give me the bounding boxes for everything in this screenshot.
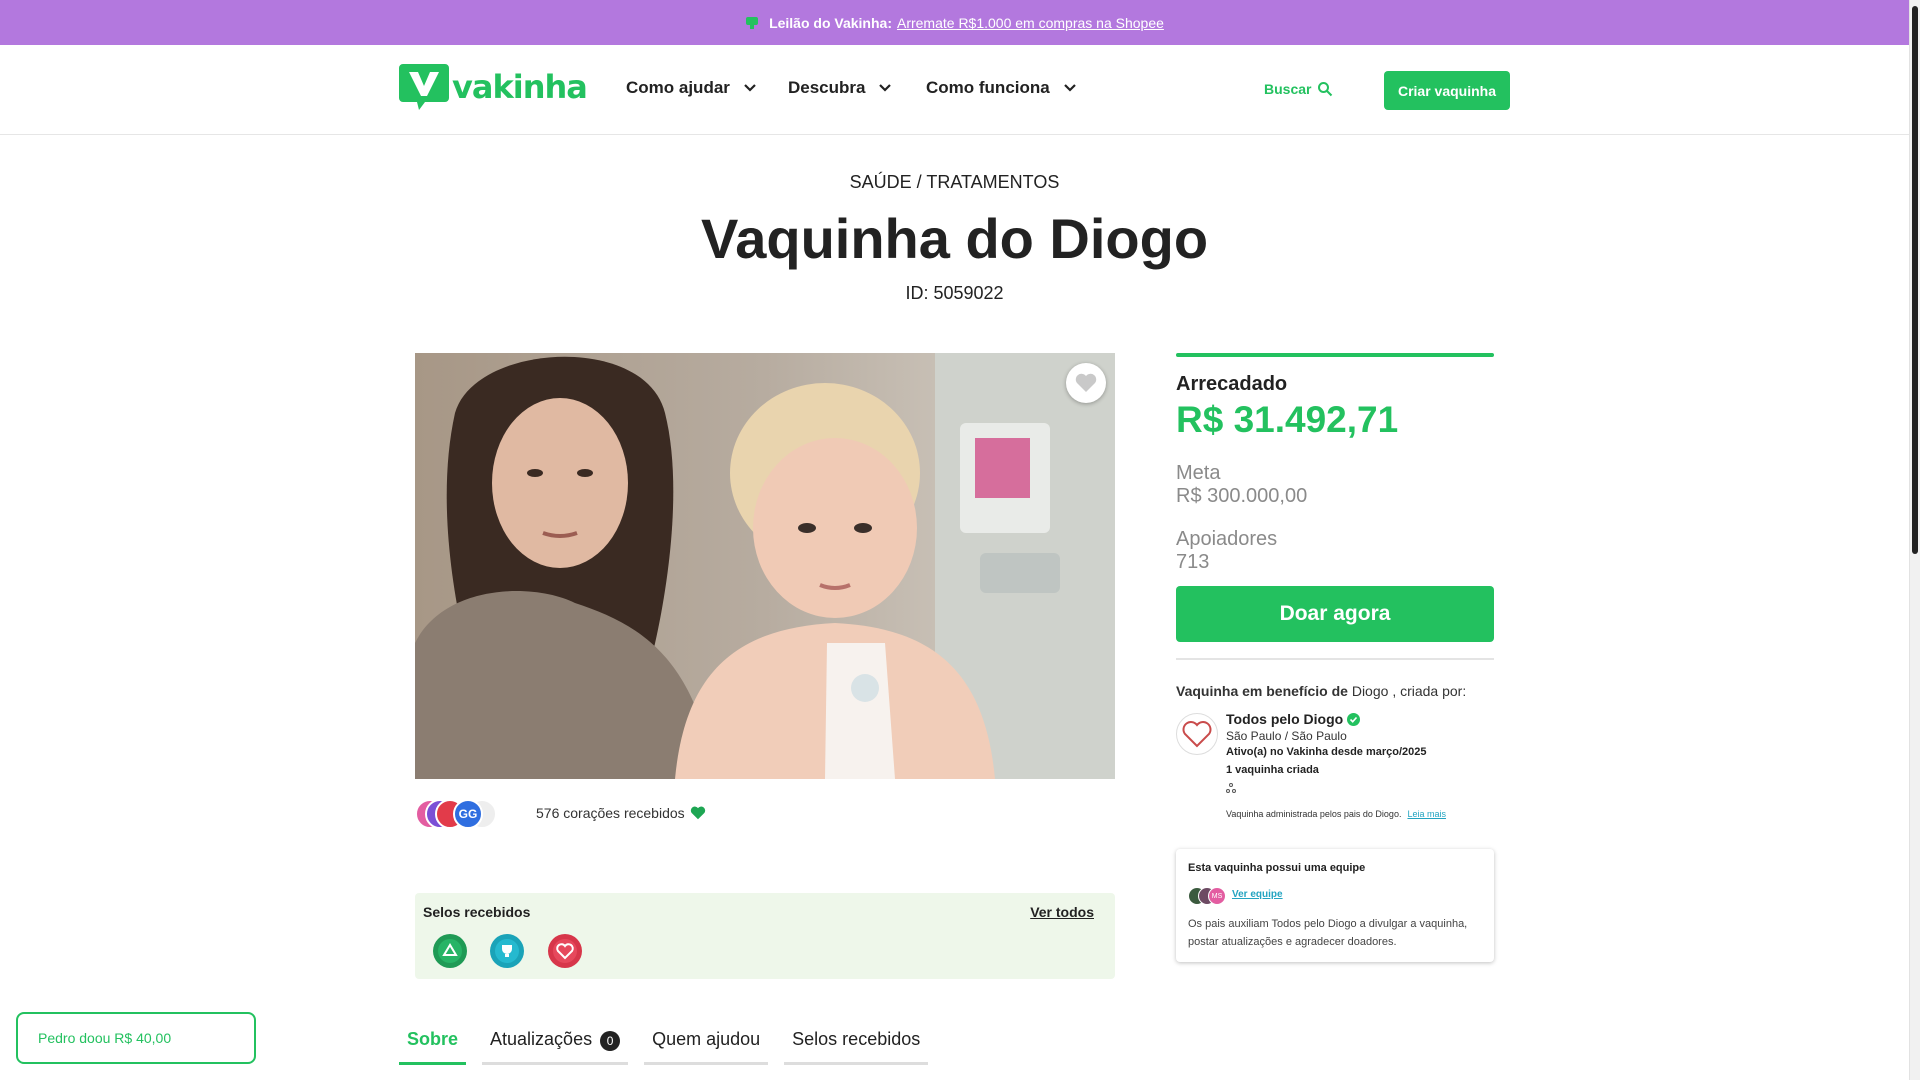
nav-como-ajudar[interactable]: Como ajudar <box>626 78 756 98</box>
supporters-label: Apoiadores <box>1176 528 1278 550</box>
nav-label: Como funciona <box>926 78 1050 97</box>
gavel-icon <box>746 16 759 29</box>
creator-location: São Paulo / São Paulo <box>1226 729 1347 743</box>
tab-quem-ajudou[interactable]: Quem ajudou <box>644 1015 769 1065</box>
hearts-received: 576 corações recebidos <box>536 805 706 821</box>
campaign-category[interactable]: SAÚDE / TRATAMENTOS <box>0 172 1909 193</box>
promo-banner: Leilão do Vakinha: Arremate R$1.000 em c… <box>0 0 1909 45</box>
verified-check-icon <box>1347 712 1361 726</box>
creator-campaign-count: 1 vaquinha criada <box>1226 764 1319 776</box>
promo-title: Leilão do Vakinha: <box>769 14 892 31</box>
seal-trophy-icon[interactable] <box>489 933 525 969</box>
goal-value: R$ 300.000,00 <box>1176 485 1308 507</box>
admin-text: Vaquinha administrada pelos pais do Diog… <box>1226 809 1402 819</box>
tab-label: Quem ajudou <box>652 1029 761 1049</box>
logo-text: vakinha <box>452 68 588 106</box>
scrollbar-thumb[interactable] <box>1912 6 1918 554</box>
chevron-down-icon <box>1063 84 1076 92</box>
creator-admin-note: Vaquinha administrada pelos pais do Diog… <box>1226 809 1446 819</box>
team-avatars: MS <box>1188 887 1228 905</box>
beneficiary-suffix: , criada por: <box>1392 683 1467 699</box>
seals-label: Selos recebidos <box>423 904 531 920</box>
tab-label: Atualizações <box>490 1029 593 1049</box>
donation-toast: Pedro doou R$ 40,00 <box>16 1012 256 1064</box>
divider <box>1176 658 1494 660</box>
seal-heart-icon[interactable] <box>547 933 583 969</box>
nav-label: Como ajudar <box>626 78 730 97</box>
nav-descubra[interactable]: Descubra <box>788 78 892 98</box>
page-scrollbar[interactable] <box>1909 0 1920 1080</box>
creator-avatar[interactable] <box>1176 713 1218 755</box>
promo-link[interactable]: Arremate R$1.000 em compras na Shopee <box>897 15 1164 31</box>
page-title: Vaquinha do Diogo <box>700 207 1209 270</box>
search-label: Buscar <box>1264 81 1312 97</box>
raised-label: Arrecadado <box>1176 373 1288 395</box>
vakinha-logo[interactable]: vakinha <box>399 64 588 110</box>
creator-name[interactable]: Todos pelo Diogo <box>1226 711 1361 727</box>
seal-green-icon[interactable] <box>432 933 468 969</box>
supporter-avatars[interactable]: GG <box>415 799 505 829</box>
campaign-photo-illustration <box>415 353 1115 779</box>
raised-value: R$ 31.492,71 <box>1176 399 1399 440</box>
share-icon[interactable] <box>1226 783 1236 793</box>
campaign-tabs: Sobre Atualizações 0 Quem ajudou Selos re… <box>399 1015 944 1065</box>
tab-label: Sobre <box>407 1029 459 1049</box>
team-card: Esta vaquinha possui uma equipe MS Ver e… <box>1176 849 1494 962</box>
create-vaquinha-button[interactable]: Criar vaquinha <box>1384 71 1510 110</box>
tab-atualizacoes[interactable]: Atualizações 0 <box>482 1015 629 1065</box>
team-description: Os pais auxiliam Todos pelo Diogo a divu… <box>1188 918 1468 948</box>
beneficiary-prefix: Vaquinha em benefício de <box>1176 683 1348 699</box>
chevron-down-icon <box>744 84 756 92</box>
donate-button[interactable]: Doar agora <box>1176 586 1494 642</box>
creator-name-text: Todos pelo Diogo <box>1226 711 1344 727</box>
seals-box: Selos recebidos Ver todos <box>415 893 1115 979</box>
avatar: MS <box>1208 887 1226 905</box>
campaign-photo <box>415 353 1115 779</box>
beneficiary-line: Vaquinha em benefício de Diogo , criada … <box>1176 683 1466 699</box>
chevron-down-icon <box>879 84 892 92</box>
toast-text: Pedro doou R$ 40,00 <box>38 1030 172 1046</box>
see-team-link[interactable]: Ver equipe <box>1232 889 1283 900</box>
tab-label: Selos recebidos <box>792 1029 921 1049</box>
supporters-value: 713 <box>1176 551 1210 573</box>
heart-icon <box>1075 373 1097 392</box>
favorite-button[interactable] <box>1066 363 1106 403</box>
search-icon <box>1318 82 1333 97</box>
nav-como-funciona[interactable]: Como funciona <box>926 78 1076 98</box>
progress-bar <box>1176 353 1494 357</box>
goal-label: Meta <box>1176 462 1221 484</box>
logo-mark-icon <box>399 64 449 110</box>
team-title: Esta vaquinha possui uma equipe <box>1188 862 1366 874</box>
tab-sobre[interactable]: Sobre <box>399 1015 467 1065</box>
updates-count-badge: 0 <box>600 1031 621 1051</box>
campaign-id: ID: 5059022 <box>905 283 1004 303</box>
hearts-text: 576 corações recebidos <box>536 805 685 821</box>
tab-selos-recebidos[interactable]: Selos recebidos <box>784 1015 929 1065</box>
see-all-seals-link[interactable]: Ver todos <box>1030 904 1094 920</box>
heart-outline-icon <box>1182 721 1212 748</box>
beneficiary-name: Diogo <box>1351 683 1389 699</box>
site-header: vakinha Como ajudar Descubra Como funcio… <box>0 45 1909 135</box>
creator-active-since: Ativo(a) no Vakinha desde março/2025 <box>1226 746 1427 758</box>
avatar: GG <box>453 799 483 829</box>
search-button[interactable]: Buscar <box>1264 81 1333 97</box>
heart-icon <box>690 806 705 820</box>
read-more-link[interactable]: Leia mais <box>1407 809 1446 819</box>
donation-panel: Arrecadado R$ 31.492,71 Meta R$ 300.000,… <box>1176 353 1494 660</box>
nav-label: Descubra <box>788 78 866 97</box>
